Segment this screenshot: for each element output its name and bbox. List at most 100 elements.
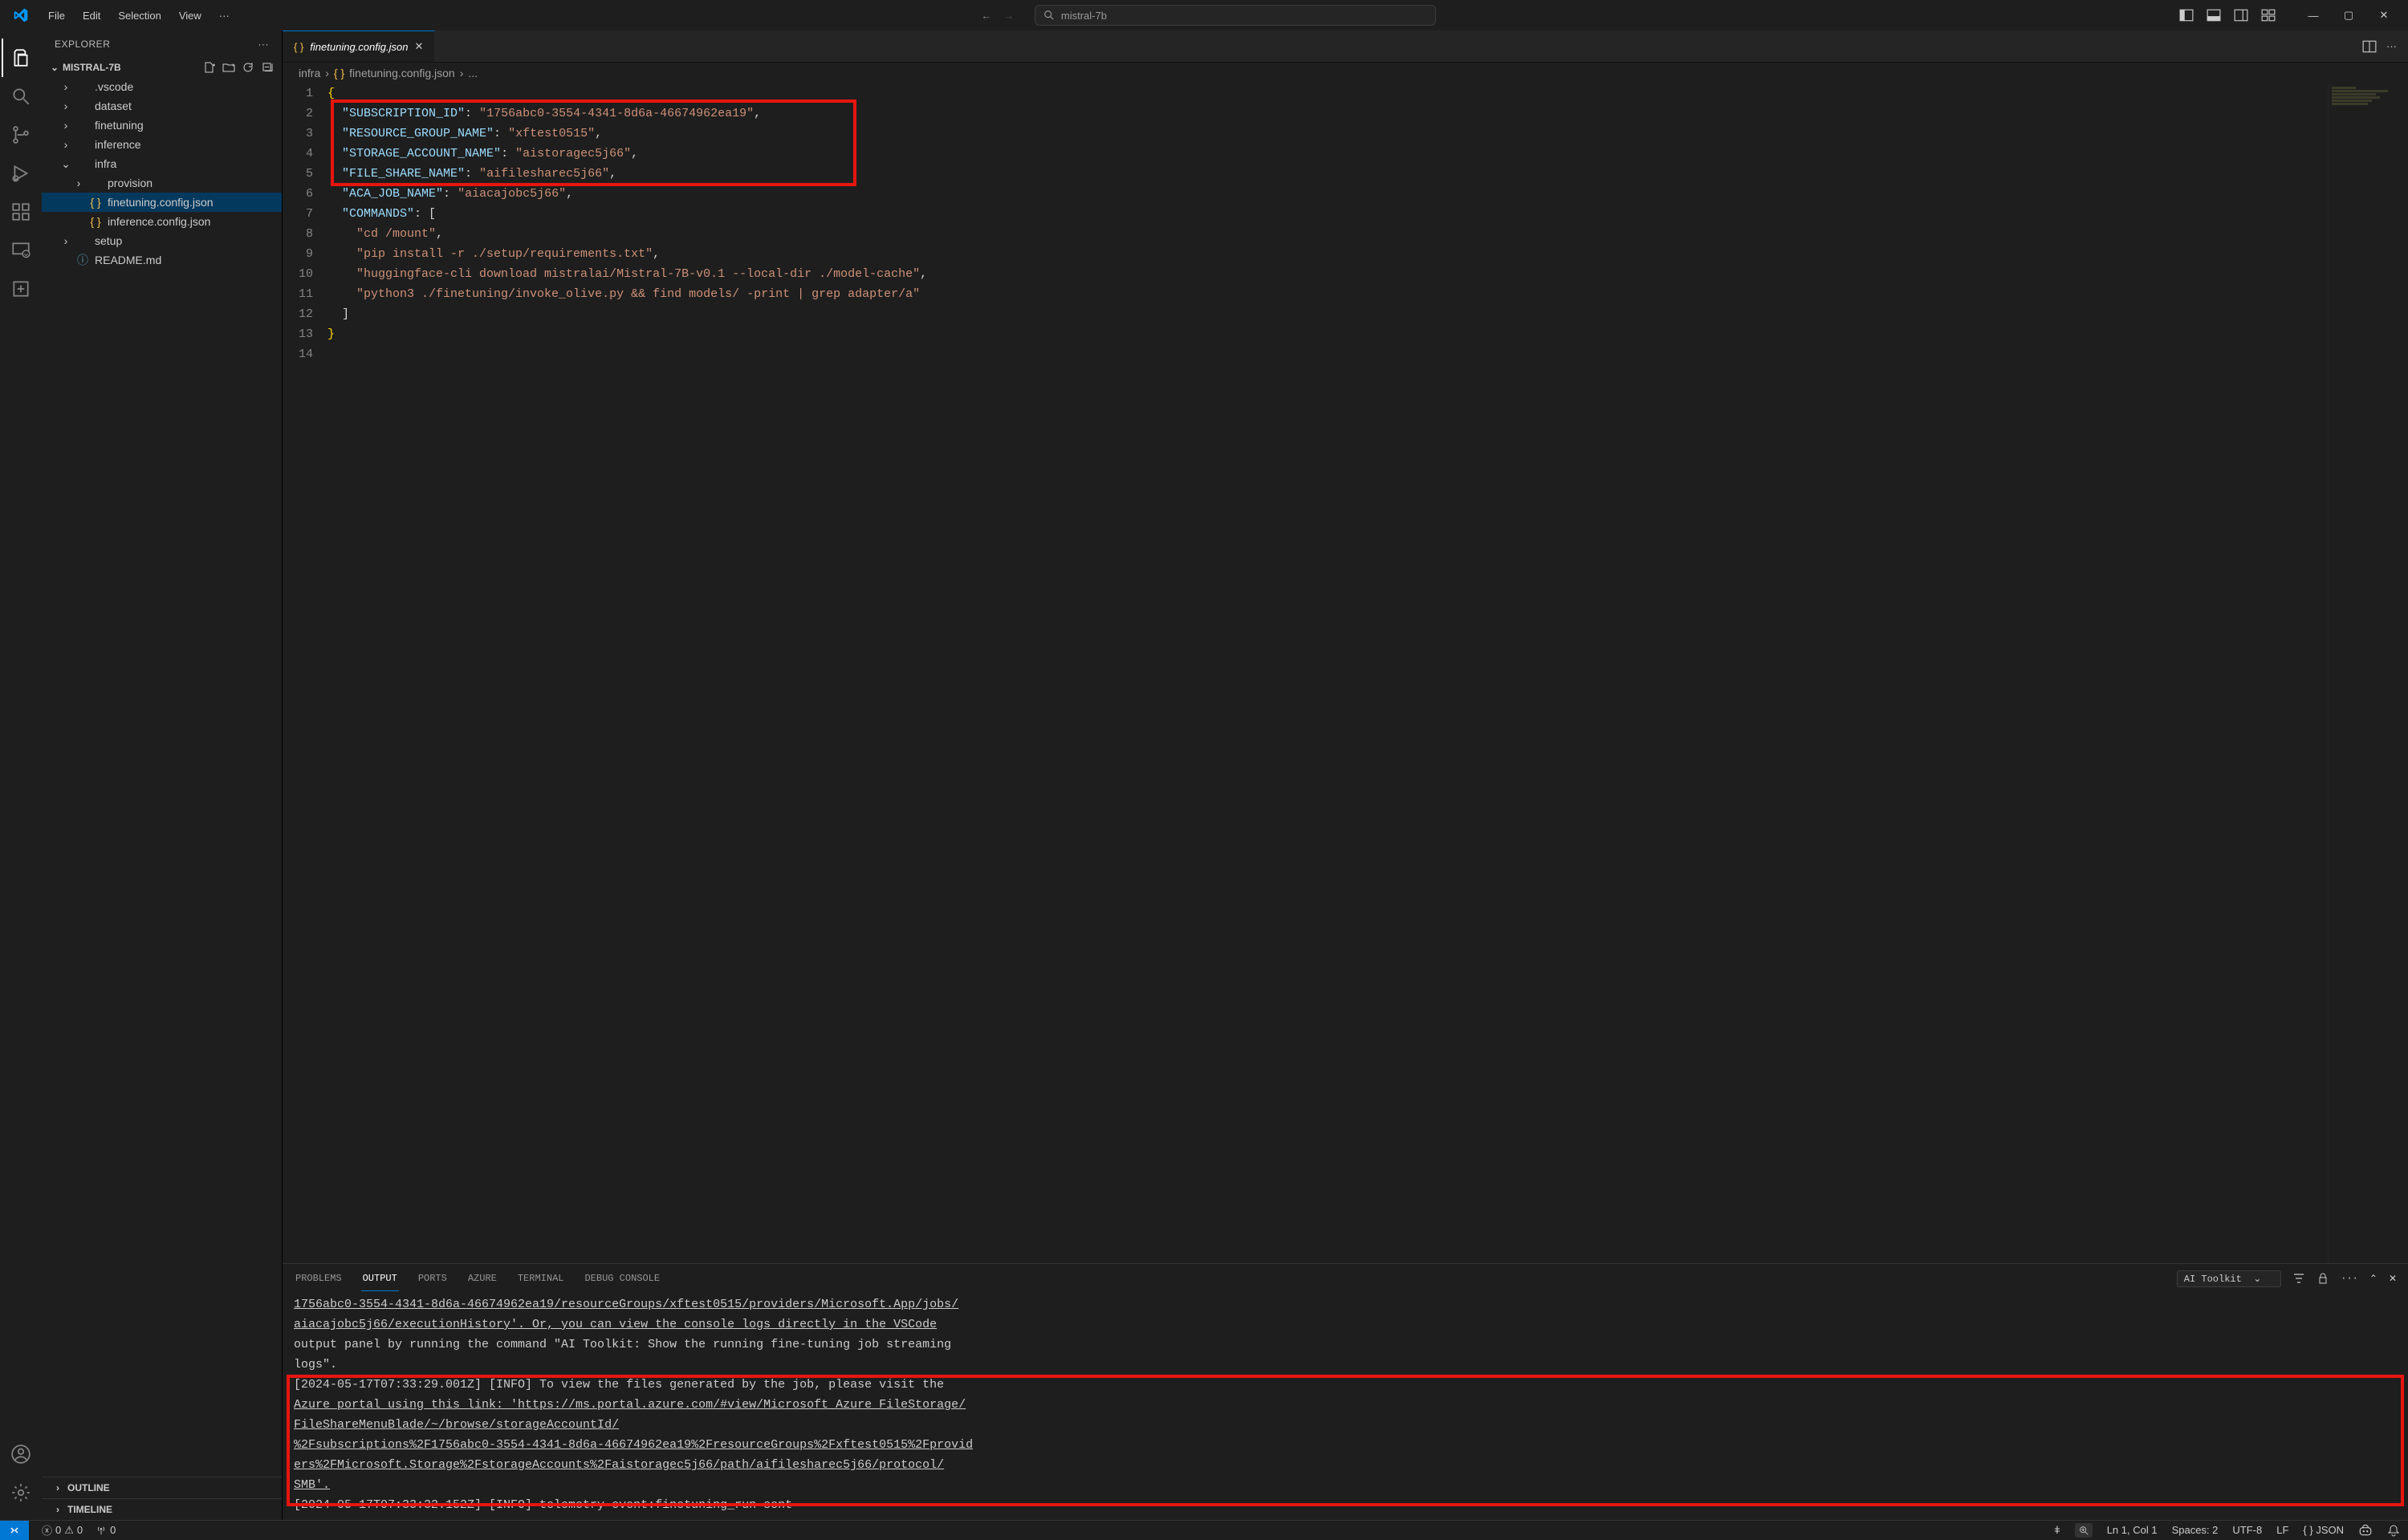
split-editor-icon[interactable] <box>2362 39 2377 54</box>
breadcrumb[interactable]: infra › { } finetuning.config.json › ... <box>283 63 2408 83</box>
collapse-all-icon[interactable] <box>261 61 274 74</box>
refresh-icon[interactable] <box>242 61 254 74</box>
customize-layout-icon[interactable] <box>2259 6 2278 25</box>
new-folder-icon[interactable] <box>222 61 235 74</box>
notifications-icon[interactable] <box>2387 1524 2400 1537</box>
activity-settings-icon[interactable] <box>2 1473 40 1512</box>
chevron-right-icon: › <box>53 1482 63 1493</box>
chevron-right-icon: › <box>61 119 71 132</box>
new-file-icon[interactable] <box>203 61 216 74</box>
minimap[interactable] <box>2328 83 2408 1263</box>
activity-run-debug-icon[interactable] <box>2 154 40 193</box>
status-language[interactable]: { } JSON <box>2303 1524 2344 1536</box>
status-bar: ⓧ0 ⚠0 0 ǂ Ln 1, Col 1 Spaces: 2 UTF-8 LF… <box>0 1520 2408 1539</box>
nav-back-icon[interactable]: ← <box>978 7 995 23</box>
activity-remote-explorer-icon[interactable] <box>2 231 40 270</box>
tree-item-label: README.md <box>95 254 161 266</box>
copilot-icon[interactable] <box>2358 1523 2373 1538</box>
toggle-secondary-sidebar-icon[interactable] <box>2231 6 2251 25</box>
activity-source-control-icon[interactable] <box>2 116 40 154</box>
menu-selection[interactable]: Selection <box>110 5 169 26</box>
json-file-icon: { } <box>294 41 303 53</box>
remote-indicator-icon[interactable] <box>0 1521 29 1540</box>
panel-tab-ports[interactable]: PORTS <box>417 1266 449 1290</box>
menu-view[interactable]: View <box>171 5 209 26</box>
window-maximize-icon[interactable]: ▢ <box>2331 2 2366 28</box>
window-close-icon[interactable]: ✕ <box>2366 2 2402 28</box>
output-content[interactable]: 1756abc0-3554-4341-8d6a-46674962ea19/res… <box>283 1293 2408 1520</box>
activity-bar <box>0 30 42 1520</box>
tree-file[interactable]: { }finetuning.config.json <box>42 193 282 212</box>
status-cursor-indicator-icon[interactable]: ǂ <box>2054 1524 2060 1536</box>
file-tree: ›.vscode›dataset›finetuning›inference⌄in… <box>42 77 282 1477</box>
panel-tab-azure[interactable]: AZURE <box>466 1266 498 1290</box>
editor-tab[interactable]: { } finetuning.config.json ✕ <box>283 30 435 62</box>
tree-folder[interactable]: ⌄infra <box>42 154 282 173</box>
status-indentation[interactable]: Spaces: 2 <box>2172 1524 2219 1536</box>
breadcrumb-item[interactable]: ... <box>468 67 478 79</box>
toggle-primary-sidebar-icon[interactable] <box>2177 6 2196 25</box>
outline-section[interactable]: › OUTLINE <box>42 1477 282 1498</box>
breadcrumb-item[interactable]: finetuning.config.json <box>349 67 455 79</box>
filter-icon[interactable] <box>2292 1272 2305 1285</box>
code-editor[interactable]: 1234567891011121314 { "SUBSCRIPTION_ID":… <box>283 83 2408 1263</box>
tree-folder[interactable]: ›setup <box>42 231 282 250</box>
sidebar-explorer: EXPLORER ··· ⌄ MISTRAL-7B ›.vscode›datas… <box>42 30 283 1520</box>
status-zoom-icon[interactable] <box>2075 1523 2093 1538</box>
tree-file[interactable]: { }inference.config.json <box>42 212 282 231</box>
chevron-right-icon: › <box>460 67 464 79</box>
panel-tab-problems[interactable]: PROBLEMS <box>294 1266 344 1290</box>
menu-file[interactable]: File <box>40 5 73 26</box>
activity-accounts-icon[interactable] <box>2 1435 40 1473</box>
output-channel-select[interactable]: AI Toolkit ⌄ <box>2177 1270 2281 1287</box>
panel-tab-output[interactable]: OUTPUT <box>361 1266 399 1291</box>
status-ports[interactable]: 0 <box>96 1524 116 1536</box>
timeline-section[interactable]: › TIMELINE <box>42 1498 282 1520</box>
tree-folder[interactable]: › finetuning <box>42 116 282 135</box>
close-icon[interactable]: ✕ <box>414 40 423 53</box>
command-center[interactable]: mistral-7b <box>1035 5 1436 26</box>
search-text: mistral-7b <box>1061 10 1107 22</box>
nav-forward-icon[interactable]: → <box>1001 7 1017 23</box>
breadcrumb-item[interactable]: infra <box>299 67 320 79</box>
json-icon: { } <box>88 215 103 228</box>
editor-more-icon[interactable]: ··· <box>2386 40 2397 52</box>
status-eol[interactable]: LF <box>2276 1524 2288 1536</box>
chevron-down-icon[interactable]: ⌄ <box>50 62 59 73</box>
panel-close-icon[interactable]: ✕ <box>2389 1273 2397 1285</box>
vscode-logo-icon <box>13 7 29 23</box>
activity-search-icon[interactable] <box>2 77 40 116</box>
status-problems[interactable]: ⓧ0 ⚠0 <box>42 1522 83 1538</box>
tree-folder[interactable]: ›.vscode <box>42 77 282 96</box>
workspace-root[interactable]: MISTRAL-7B <box>63 62 121 73</box>
title-bar: File Edit Selection View ··· ← → mistral… <box>0 0 2408 30</box>
tree-item-label: finetuning <box>95 119 144 132</box>
tree-item-label: inference <box>95 138 141 151</box>
sidebar-more-icon[interactable]: ··· <box>258 39 270 50</box>
activity-extensions-icon[interactable] <box>2 193 40 231</box>
spacer <box>74 196 83 209</box>
tree-file[interactable]: ⓘREADME.md <box>42 250 282 270</box>
status-ln-col[interactable]: Ln 1, Col 1 <box>2107 1524 2158 1536</box>
radio-tower-icon <box>96 1525 107 1536</box>
window-minimize-icon[interactable]: — <box>2296 2 2331 28</box>
chevron-right-icon: › <box>61 80 71 93</box>
toggle-panel-icon[interactable] <box>2204 6 2223 25</box>
panel-tab-debug-console[interactable]: DEBUG CONSOLE <box>583 1266 661 1290</box>
menu-more-icon[interactable]: ··· <box>211 5 238 26</box>
activity-ai-toolkit-icon[interactable] <box>2 270 40 308</box>
panel-maximize-icon[interactable]: ⌃ <box>2369 1273 2377 1285</box>
status-encoding[interactable]: UTF-8 <box>2232 1524 2262 1536</box>
panel-more-icon[interactable]: ··· <box>2341 1273 2358 1284</box>
tree-folder[interactable]: ›inference <box>42 135 282 154</box>
tree-folder[interactable]: ›provision <box>42 173 282 193</box>
activity-explorer-icon[interactable] <box>2 39 40 77</box>
json-icon: { } <box>88 196 103 209</box>
tree-item-label: provision <box>108 177 153 189</box>
tree-folder[interactable]: ›dataset <box>42 96 282 116</box>
bottom-panel: PROBLEMS OUTPUT PORTS AZURE TERMINAL DEBUG CO… <box>283 1263 2408 1520</box>
lock-icon[interactable] <box>2316 1272 2329 1285</box>
chevron-right-icon: › <box>53 1504 63 1515</box>
menu-edit[interactable]: Edit <box>75 5 108 26</box>
panel-tab-terminal[interactable]: TERMINAL <box>516 1266 566 1290</box>
